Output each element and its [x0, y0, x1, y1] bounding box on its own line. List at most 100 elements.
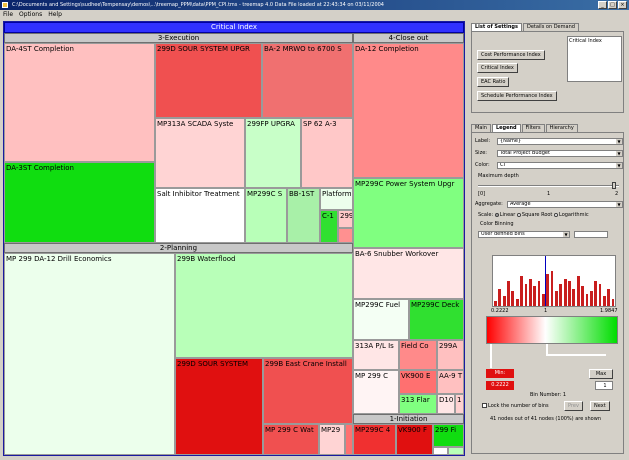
cell-313a[interactable]: 313A P/L Is [353, 340, 399, 370]
cell-mp299c[interactable]: MP 299 C [353, 370, 399, 414]
cell-ba2[interactable]: BA-2 MRWO to 6700 S [262, 43, 353, 118]
bin-count-field[interactable] [574, 231, 608, 238]
color-combo[interactable]: CI ▼ [497, 162, 623, 169]
max-depth-track[interactable] [478, 185, 619, 187]
radio-logarithmic[interactable] [554, 212, 558, 217]
cell-299b-crane[interactable]: 299B East Crane Install [263, 358, 353, 424]
cell-299d-sour-system[interactable]: 299D SOUR SYSTEM [175, 358, 263, 455]
scale-linear: Linear [499, 212, 516, 218]
cell-c1[interactable]: C-1 [320, 210, 338, 243]
cell-aa9t[interactable]: AA-9 T [437, 370, 464, 394]
cost-performance-index-button[interactable]: Cost Performance Index [477, 50, 545, 60]
cell-299b-waterflood[interactable]: 299B Waterflood [175, 253, 353, 358]
schedule-performance-index-button[interactable]: Schedule Performance Index [477, 91, 557, 101]
cell-label: VK900 F [398, 426, 427, 434]
cell-da3st[interactable]: DA-3ST Completion [4, 162, 155, 243]
cell-mp313a[interactable]: MP313A SCADA Syste [155, 118, 245, 188]
close-button[interactable]: × [618, 1, 627, 9]
group-header-execution[interactable]: 3-Execution [4, 33, 353, 43]
cell-init-vk900f[interactable]: VK900 F [396, 424, 433, 455]
tab-filters[interactable]: Filters [521, 124, 545, 132]
menu-file[interactable]: File [3, 10, 13, 20]
cell-ba6[interactable]: BA-6 Snubber Workover [353, 248, 464, 299]
cell-313-flar[interactable]: 313 Flar [399, 394, 437, 414]
cell-mp299c-fuel[interactable]: MP299C Fuel [353, 299, 409, 340]
treemap-root-header[interactable]: Critical Index [4, 22, 464, 33]
lock-bins-row[interactable]: Lock the number of bins [482, 403, 549, 409]
next-button[interactable]: Next [590, 401, 610, 411]
radio-linear[interactable] [494, 212, 499, 217]
label-combo[interactable]: {Name} ▼ [497, 138, 623, 145]
group-header-initiation[interactable]: 1-Initiation [353, 414, 464, 424]
size-combo-value: Total Project Budget [500, 150, 550, 156]
cell-da4st[interactable]: DA-4ST Completion [4, 43, 155, 162]
chevron-down-icon: ▼ [616, 151, 622, 156]
chevron-down-icon: ▼ [563, 232, 569, 237]
cell-bb1st[interactable]: BB-1ST [287, 188, 320, 243]
color-combo-value: CI [500, 162, 505, 168]
tab-legend[interactable]: Legend [491, 124, 521, 132]
cell-label: DA-4ST Completion [6, 45, 74, 53]
cell-da12[interactable]: DA-12 Completion [353, 43, 464, 178]
menu-help[interactable]: Help [48, 10, 62, 20]
histogram-bar [537, 281, 541, 306]
cell-299d-sour-upgr[interactable]: 299D SOUR SYSTEM UPGR [155, 43, 262, 118]
max-label-button[interactable]: Max [589, 369, 613, 379]
color-binning-caption: Color Binning [480, 221, 514, 227]
tab-details-on-demand[interactable]: Details on Demand [522, 23, 579, 31]
cell-one[interactable]: 1 [455, 394, 464, 414]
eac-ratio-button[interactable]: EAC Ratio [477, 77, 510, 87]
radio-square-root[interactable] [516, 212, 521, 217]
cell-label: VK900 E [401, 372, 431, 380]
window-title: C:\Documents and Settings\sudhee\Tempens… [12, 2, 384, 8]
settings-list-item[interactable]: Critical Index [569, 38, 602, 44]
min-value-field[interactable]: 0.2222 [486, 381, 514, 390]
cell-label: Field Co [401, 342, 429, 350]
lock-bins-checkbox[interactable] [482, 403, 487, 408]
tab-main[interactable]: Main [471, 124, 491, 132]
binning-mode-combo[interactable]: User defined bins ▼ [478, 231, 570, 238]
cell-mp299c-power[interactable]: MP299C Power System Upgr [353, 178, 464, 248]
cell-mp299c-s[interactable]: MP299C S [245, 188, 287, 243]
aggregate-combo[interactable]: Average ▼ [507, 201, 623, 208]
cell-init-tiny1[interactable] [433, 447, 448, 455]
cell-299fp[interactable]: 299FP UPGRA [245, 118, 301, 188]
cell-299a[interactable]: 299A [437, 340, 464, 370]
cell-init-mp299c4[interactable]: MP299C 4 [353, 424, 396, 455]
max-depth-thumb[interactable] [612, 182, 616, 189]
cell-init-299fi[interactable]: 299 Fi [433, 424, 464, 447]
cell-platform[interactable]: Platform [320, 188, 353, 210]
settings-list[interactable]: Critical Index [567, 36, 622, 82]
cell-sp62[interactable]: SP 62 A-3 [301, 118, 353, 188]
cell-vk900e[interactable]: VK900 E [399, 370, 437, 394]
prev-button[interactable]: Prev [564, 401, 583, 411]
color-gradient-bar[interactable] [486, 316, 618, 344]
cell-init-tiny2[interactable] [448, 447, 464, 455]
tab-hierarchy[interactable]: Hierarchy [545, 124, 578, 132]
cell-mp299c-wat[interactable]: MP 299 C Wat [263, 424, 319, 455]
cell-299-small[interactable]: 299 [338, 210, 353, 228]
histogram-marker[interactable] [545, 256, 547, 306]
color-histogram[interactable] [492, 255, 616, 307]
tab-list-of-settings[interactable]: List of Settings [471, 23, 522, 31]
max-depth-min: [0] [478, 191, 486, 197]
size-combo[interactable]: Total Project Budget ▼ [497, 150, 623, 157]
cell-tiny-red[interactable] [338, 228, 353, 243]
maximize-button[interactable]: □ [608, 1, 617, 9]
cell-label: 299 [340, 212, 353, 220]
group-header-closeout[interactable]: 4-Close out [353, 33, 464, 43]
max-value-field[interactable]: 1 [595, 381, 613, 390]
cell-salt[interactable]: Salt Inhibitor Treatment [155, 188, 245, 243]
cell-tiny-planning[interactable] [345, 424, 353, 455]
menu-options[interactable]: Options [19, 10, 42, 20]
cell-mp29[interactable]: MP29 [319, 424, 345, 455]
cell-field-co[interactable]: Field Co [399, 340, 437, 370]
cell-mp299c-deck[interactable]: MP299C Deck [409, 299, 464, 340]
group-header-planning[interactable]: 2-Planning [4, 243, 353, 253]
cell-d10[interactable]: D10 [437, 394, 455, 414]
treemap-view[interactable]: Critical Index 3-Execution DA-4ST Comple… [3, 21, 465, 456]
cell-mp299-drill[interactable]: MP 299 DA-12 Drill Economics [4, 253, 175, 455]
minimize-button[interactable]: _ [598, 1, 607, 9]
min-swatch[interactable]: Min: [486, 369, 514, 378]
critical-index-button[interactable]: Critical Index [477, 63, 518, 73]
